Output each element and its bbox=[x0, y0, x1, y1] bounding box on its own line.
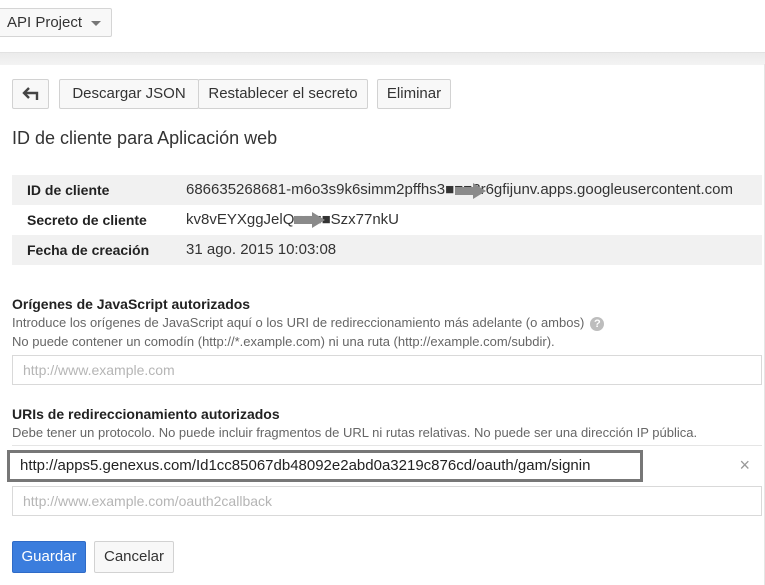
dropdown-caret-icon bbox=[91, 21, 101, 26]
delete-button[interactable]: Eliminar bbox=[377, 79, 451, 109]
redirect-uris-title: URIs de redireccionamiento autorizados bbox=[12, 406, 280, 422]
cancel-button[interactable]: Cancelar bbox=[94, 541, 174, 573]
info-row-created: Fecha de creación 31 ago. 2015 10:03:08 bbox=[12, 235, 762, 265]
client-secret-label: Secreto de cliente bbox=[27, 212, 147, 228]
redirect-uri-input[interactable] bbox=[12, 486, 762, 516]
separator bbox=[12, 445, 762, 446]
client-secret-value: kv8vEYXggJelQ■■■■Szx77nkU bbox=[186, 211, 399, 228]
redirect-uri-value[interactable]: http://apps5.genexus.com/Id1cc85067db480… bbox=[20, 457, 590, 474]
page-title: ID de cliente para Aplicación web bbox=[12, 128, 278, 148]
info-row-client-id: ID de cliente 686635268681-m6o3s9k6simm2… bbox=[12, 175, 762, 205]
js-origins-help-line1: Introduce los orígenes de JavaScript aqu… bbox=[12, 315, 605, 331]
download-json-button[interactable]: Descargar JSON bbox=[59, 79, 199, 109]
save-button[interactable]: Guardar bbox=[12, 541, 86, 573]
js-origins-help-text: Introduce los orígenes de JavaScript aqu… bbox=[12, 315, 585, 330]
js-origin-input[interactable] bbox=[12, 355, 762, 385]
client-id-label: ID de cliente bbox=[27, 182, 110, 198]
redaction-arrow-icon bbox=[294, 212, 325, 228]
client-info-table: ID de cliente 686635268681-m6o3s9k6simm2… bbox=[12, 175, 762, 265]
back-button[interactable] bbox=[12, 79, 49, 109]
project-name: API Project bbox=[7, 14, 83, 31]
remove-uri-icon[interactable]: × bbox=[739, 455, 750, 476]
back-arrow-icon bbox=[22, 87, 39, 100]
redaction-arrow-icon bbox=[455, 183, 486, 199]
top-bar: API Project bbox=[0, 0, 765, 52]
created-value: 31 ago. 2015 10:03:08 bbox=[186, 241, 337, 258]
project-selector[interactable]: API Project bbox=[0, 8, 112, 37]
info-row-client-secret: Secreto de cliente kv8vEYXggJelQ■■■■Szx7… bbox=[12, 205, 762, 235]
reset-secret-button[interactable]: Restablecer el secreto bbox=[198, 79, 368, 109]
created-label: Fecha de creación bbox=[27, 242, 150, 258]
question-icon[interactable]: ? bbox=[590, 316, 605, 331]
js-origins-title: Orígenes de JavaScript autorizados bbox=[12, 296, 251, 312]
header-divider bbox=[0, 52, 765, 65]
redirect-uri-entry: http://apps5.genexus.com/Id1cc85067db480… bbox=[7, 450, 762, 482]
js-origins-help-line2: No puede contener un comodín (http://*.e… bbox=[12, 334, 555, 349]
redirect-uris-help: Debe tener un protocolo. No puede inclui… bbox=[12, 425, 698, 440]
